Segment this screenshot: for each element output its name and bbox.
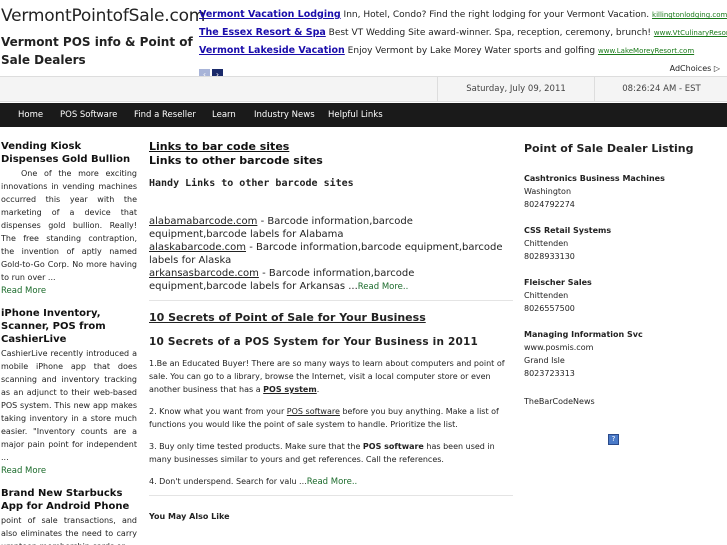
nav-learn[interactable]: Learn bbox=[212, 103, 236, 127]
article-paragraph: 3. Buy only time tested products. Make s… bbox=[149, 440, 513, 466]
dealer-website[interactable]: www.posmis.com bbox=[524, 341, 724, 354]
site-tagline: Vermont POS info & Point of Sale Dealers bbox=[1, 35, 193, 67]
barcode-site-link[interactable]: arkansasbarcode.com bbox=[149, 268, 259, 279]
para-text: . bbox=[316, 385, 320, 394]
dealer-name[interactable]: CSS Retail Systems bbox=[524, 224, 724, 237]
ad-text: Inn, Hotel, Condo? Find the right lodgin… bbox=[340, 10, 653, 20]
ad-url-link[interactable]: www.VtCulinaryResort.com bbox=[654, 29, 727, 37]
article-paragraph: 4. Don't underspend. Search for valu ...… bbox=[149, 475, 513, 489]
ad-title-link[interactable]: Vermont Vacation Lodging bbox=[199, 9, 341, 20]
nav-pos-software[interactable]: POS Software bbox=[60, 103, 117, 127]
article-paragraph: 2. Know what you want from your POS soft… bbox=[149, 405, 513, 431]
article-heading: 10 Secrets of a POS System for Your Busi… bbox=[149, 336, 479, 348]
barcode-links-list: alabamabarcode.com - Barcode information… bbox=[149, 215, 513, 294]
article-heading: Links to other barcode sites bbox=[149, 154, 323, 167]
post-title[interactable]: iPhone Inventory, Scanner, POS from Cash… bbox=[1, 307, 137, 346]
dealer-entry: Fleischer Sales Chittenden 8026557500 bbox=[524, 276, 724, 315]
para-text: 4. Don't underspend. Search for valu ... bbox=[149, 477, 307, 486]
dealer-name[interactable]: Cashtronics Business Machines bbox=[524, 172, 724, 185]
dealer-city: Grand Isle bbox=[524, 356, 565, 365]
date-bar: Saturday, July 09, 2011 08:26:24 AM - ES… bbox=[0, 76, 727, 102]
dealer-phone: 8026557500 bbox=[524, 304, 575, 313]
dealer-name[interactable]: Managing Information Svc bbox=[524, 328, 724, 341]
barcode-site-link[interactable]: alaskabarcode.com bbox=[149, 242, 246, 253]
dealer-entry: Managing Information Svc www.posmis.com … bbox=[524, 328, 724, 380]
adchoices-link[interactable]: AdChoices ▷ bbox=[670, 64, 720, 73]
main-content: Links to bar code sites Links to other b… bbox=[149, 140, 513, 521]
read-more-link[interactable]: Read More.. bbox=[307, 477, 358, 487]
dealer-sidebar: Point of Sale Dealer Listing Cashtronics… bbox=[524, 142, 724, 445]
para-text: 1.Be an Educated Buyer! There are so man… bbox=[149, 359, 505, 394]
article-title-link[interactable]: Links to bar code sites bbox=[149, 140, 513, 154]
ad-row: Vermont Lakeside Vacation Enjoy Vermont … bbox=[199, 45, 727, 63]
news-post: Brand New Starbucks App for Android Phon… bbox=[1, 487, 137, 545]
post-title[interactable]: Vending Kiosk Dispenses Gold Bullion bbox=[1, 140, 137, 166]
dealer-phone: 8023723313 bbox=[524, 369, 575, 378]
dealer-entry: CSS Retail Systems Chittenden 8028933130 bbox=[524, 224, 724, 263]
read-more-link[interactable]: Read More.. bbox=[358, 282, 409, 292]
read-more-link[interactable]: Read More bbox=[1, 285, 137, 298]
dealer-city: Washington bbox=[524, 187, 572, 196]
you-may-also-like-heading: You May Also Like bbox=[149, 512, 230, 521]
dealer-city: Chittenden bbox=[524, 291, 569, 300]
left-sidebar: Vending Kiosk Dispenses Gold Bullion One… bbox=[1, 140, 137, 545]
site-title[interactable]: VermontPointofSale.com bbox=[1, 6, 205, 26]
divider bbox=[149, 495, 513, 496]
pos-software-link[interactable]: POS software bbox=[287, 407, 340, 416]
post-excerpt: point of sale transactions, and also eli… bbox=[1, 516, 137, 545]
news-post: Vending Kiosk Dispenses Gold Bullion One… bbox=[1, 140, 137, 298]
help-icon[interactable]: ? bbox=[608, 434, 619, 445]
ad-block: Vermont Vacation Lodging Inn, Hotel, Con… bbox=[199, 9, 727, 63]
para-text: 3. Buy only time tested products. Make s… bbox=[149, 442, 363, 451]
nav-home[interactable]: Home bbox=[18, 103, 43, 127]
news-post: iPhone Inventory, Scanner, POS from Cash… bbox=[1, 307, 137, 478]
post-title[interactable]: Brand New Starbucks App for Android Phon… bbox=[1, 487, 137, 513]
nav-helpful-links[interactable]: Helpful Links bbox=[328, 103, 383, 127]
nav-find-reseller[interactable]: Find a Reseller bbox=[134, 103, 196, 127]
pos-software-bold: POS software bbox=[362, 442, 424, 451]
ad-row: The Essex Resort & Spa Best VT Wedding S… bbox=[199, 27, 727, 45]
nav-industry-news[interactable]: Industry News bbox=[254, 103, 315, 127]
main-nav: Home POS Software Find a Reseller Learn … bbox=[0, 103, 727, 127]
post-excerpt: CashierLive recently introduced a mobile… bbox=[1, 349, 137, 462]
ad-text: Enjoy Vermont by Lake Morey Water sports… bbox=[344, 46, 598, 56]
ad-text: Best VT Wedding Site award-winner. Spa, … bbox=[325, 28, 654, 38]
post-excerpt: One of the more exciting innovations in … bbox=[1, 169, 137, 282]
ad-title-link[interactable]: Vermont Lakeside Vacation bbox=[199, 45, 345, 56]
dealer-name[interactable]: Fleischer Sales bbox=[524, 276, 724, 289]
dealer-listing-title: Point of Sale Dealer Listing bbox=[524, 142, 694, 155]
dealer-entry: Cashtronics Business Machines Washington… bbox=[524, 172, 724, 211]
article-title-link[interactable]: 10 Secrets of Point of Sale for Your Bus… bbox=[149, 311, 513, 324]
ad-title-link[interactable]: The Essex Resort & Spa bbox=[199, 27, 326, 38]
barcode-site-link[interactable]: alabamabarcode.com bbox=[149, 216, 257, 227]
article-subheading: Handy Links to other barcode sites bbox=[149, 178, 354, 189]
article-paragraph: 1.Be an Educated Buyer! There are so man… bbox=[149, 357, 513, 396]
current-date: Saturday, July 09, 2011 bbox=[437, 77, 595, 101]
dealer-phone: 8028933130 bbox=[524, 252, 575, 261]
pos-system-link[interactable]: POS system bbox=[263, 385, 317, 394]
para-text: 2. Know what you want from your bbox=[149, 407, 287, 416]
ad-url-link[interactable]: www.LakeMoreyResort.com bbox=[598, 47, 694, 55]
ad-row: Vermont Vacation Lodging Inn, Hotel, Con… bbox=[199, 9, 727, 27]
ad-url-link[interactable]: killingtonlodging.com bbox=[652, 11, 727, 19]
current-time: 08:26:24 AM - EST bbox=[622, 84, 701, 94]
read-more-link[interactable]: Read More bbox=[1, 465, 137, 478]
divider bbox=[149, 300, 513, 301]
barcode-news-label[interactable]: TheBarCodeNews bbox=[524, 397, 724, 406]
dealer-city: Chittenden bbox=[524, 239, 569, 248]
dealer-phone: 8024792274 bbox=[524, 200, 575, 209]
